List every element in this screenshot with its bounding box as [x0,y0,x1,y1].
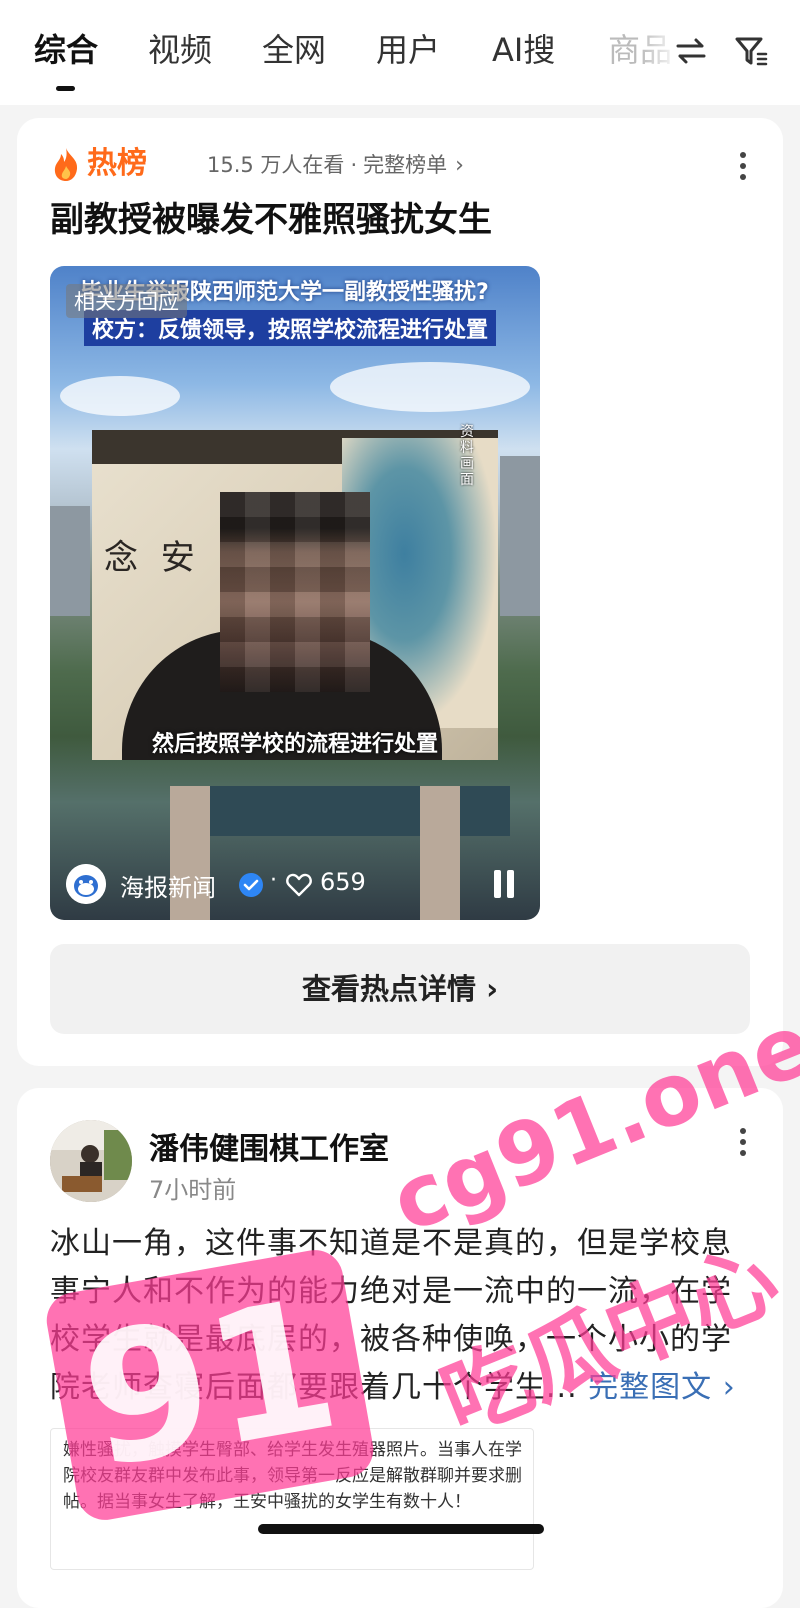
video-source-name[interactable]: 海报新闻 [120,868,216,903]
pause-icon[interactable] [492,870,516,898]
hot-topic-headline[interactable]: 副教授被曝发不雅照骚扰女生 [50,196,492,244]
video-footer: 海报新闻 · 659 [66,864,526,904]
tab-users[interactable]: 用户 [376,28,440,72]
active-tab-indicator [56,86,75,91]
archive-footage-caption: 资料画面 [460,424,474,488]
heart-icon[interactable] [286,873,312,897]
hot-topic-card[interactable]: 热榜 15.5 万人在看 · 完整榜单 › 副教授被曝发不雅照骚扰女生 毕业生举报陕西… [17,118,783,1066]
chevron-right-icon: › [455,153,464,178]
pixelated-face [220,492,370,692]
viewer-count: 15.5 万人在看 [207,153,345,177]
seal-avatar-icon[interactable] [66,864,106,904]
meta-separator: · [350,153,358,177]
hot-list-meta[interactable]: 15.5 万人在看 · 完整榜单 › [207,150,464,181]
swap-arrows-icon[interactable] [674,34,708,68]
author-name[interactable]: 潘伟健围棋工作室 [149,1124,389,1168]
view-hot-detail-label: 查看热点详情 › [301,972,499,1006]
fire-icon [54,148,78,181]
cloud [60,376,180,416]
home-indicator[interactable] [258,1524,544,1534]
interview-frame: 念 安 然后按照学校的流程进行处置 [92,430,498,760]
video-player[interactable]: 毕业生举报陕西师范大学一副教授性骚扰? 校方：反馈领导，按照学校流程进行处置 相… [50,266,540,920]
chevron-right-icon: › [722,1370,736,1405]
like-count: 659 [320,868,366,896]
view-hot-detail-button[interactable]: 查看热点详情 › [50,944,750,1034]
full-list-link[interactable]: 完整榜单 [363,153,447,177]
tab-video[interactable]: 视频 [148,28,212,72]
chevron-right-icon: › [486,972,499,1006]
related-response-tag: 相关方回应 [66,284,187,318]
tab-comprehensive[interactable]: 综合 [34,28,98,72]
more-dots-icon[interactable] [739,152,747,182]
hot-list-label: 热榜 [87,146,147,181]
post-time: 7小时前 [149,1176,237,1204]
verified-badge-icon [239,873,263,897]
author-avatar[interactable] [50,1120,132,1202]
tab-web[interactable]: 全网 [262,28,326,72]
footer-separator: · [270,868,277,893]
search-tab-bar: 综合 视频 全网 用户 AI搜 商品 [0,0,800,105]
pond [190,786,510,836]
cloud [330,362,530,412]
calligraphy-text: 念 安 [104,538,201,578]
tab-ai-search[interactable]: AI搜 [492,28,555,72]
building [500,456,540,616]
more-dots-icon[interactable] [739,1128,747,1158]
video-subtitle: 然后按照学校的流程进行处置 [151,731,438,757]
building [50,506,90,616]
filter-icon[interactable] [734,34,768,68]
